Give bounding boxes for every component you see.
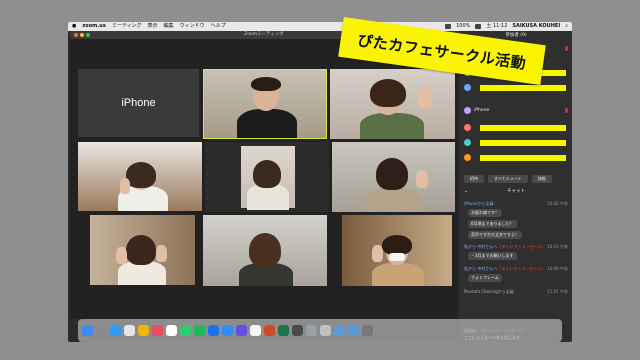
video-tile-participant-4[interactable] xyxy=(78,142,202,211)
terminal-icon[interactable] xyxy=(292,325,303,336)
trash-icon[interactable] xyxy=(362,325,373,336)
search-icon[interactable]: ⌕ xyxy=(565,22,568,31)
face-mask xyxy=(389,253,405,261)
menu-app-name[interactable]: zoom.us xyxy=(82,22,105,31)
wifi-icon[interactable] xyxy=(445,24,452,29)
chat-title: チャット xyxy=(507,189,525,194)
menu-bar: ● zoom.us ミーティング 表示 編集 ウィンドウ ヘルプ 100% 土 … xyxy=(68,22,572,31)
video-tile-iphone[interactable]: iPhone xyxy=(78,69,199,137)
chat-message: 音声ですか大丈夫ですよ！ xyxy=(468,231,522,239)
notes-icon[interactable] xyxy=(138,325,149,336)
excel-icon[interactable] xyxy=(278,325,289,336)
zoom-window: Zoomミーティング iPhone xyxy=(70,31,458,319)
redaction-bar xyxy=(480,85,566,91)
folder-icon[interactable] xyxy=(334,325,345,336)
menu-meeting[interactable]: ミーティング xyxy=(112,22,142,31)
dropbox-icon[interactable] xyxy=(208,325,219,336)
redaction-bar xyxy=(480,140,566,146)
chat-sender: iPhoneから全員: xyxy=(464,201,495,206)
chrome-icon[interactable] xyxy=(124,325,135,336)
launchpad-icon[interactable] xyxy=(96,325,107,336)
video-tile-participant-8[interactable] xyxy=(203,215,327,286)
mute-all-button[interactable]: すべてミュート xyxy=(488,175,528,183)
settings-icon[interactable] xyxy=(306,325,317,336)
avatar xyxy=(464,107,471,114)
chat-sender: 私から 中村さんへ xyxy=(464,266,498,271)
chat-header: ⌄ チャット xyxy=(460,187,572,196)
chat-sender: Mustafa Cheeingから全員: xyxy=(464,289,516,294)
photos-icon[interactable] xyxy=(152,325,163,336)
chat-time: 11:01 午前 xyxy=(547,289,568,294)
downloads-icon[interactable] xyxy=(348,325,359,336)
video-tile-participant-9[interactable] xyxy=(342,215,452,286)
avatar xyxy=(464,139,471,146)
redaction-bar xyxy=(480,125,566,131)
spotify-icon[interactable] xyxy=(194,325,205,336)
mic-muted-icon[interactable] xyxy=(565,108,568,113)
chat-message: お疲れ様です！ xyxy=(468,209,502,217)
chat-message: 6月頃までありました？ xyxy=(468,220,517,228)
app-icon[interactable] xyxy=(236,325,247,336)
chat-time: 10:02 午前 xyxy=(547,201,568,206)
messages-icon[interactable] xyxy=(180,325,191,336)
avatar xyxy=(464,84,471,91)
chat-sender: 私から 中村さんへ xyxy=(464,244,498,249)
chat-time: 10:19 午前 xyxy=(547,244,568,249)
zoom-icon[interactable] xyxy=(222,325,233,336)
video-tile-participant-5[interactable] xyxy=(205,142,329,212)
dm-tag: (ダイレクトメッセージ) xyxy=(500,244,544,249)
battery-icon[interactable] xyxy=(475,24,482,29)
menu-window[interactable]: ウィンドウ xyxy=(180,22,205,31)
video-tile-participant-7[interactable] xyxy=(90,215,195,285)
participant-row-5[interactable] xyxy=(464,139,570,148)
battery-level[interactable]: 100% xyxy=(456,22,470,31)
chevron-down-icon[interactable]: ⌄ xyxy=(464,187,468,196)
participant-name: iPhone xyxy=(474,108,490,113)
avatar xyxy=(464,124,471,131)
participant-row-6[interactable] xyxy=(464,154,570,163)
participant-row-3[interactable] xyxy=(464,84,570,93)
clock[interactable]: 土 11:12 xyxy=(486,22,507,31)
finder-icon[interactable] xyxy=(82,325,93,336)
avatar xyxy=(464,154,471,161)
more-button[interactable]: 詳細 xyxy=(531,175,552,183)
mic-muted-icon[interactable] xyxy=(565,46,568,51)
redaction-bar xyxy=(480,155,566,161)
apple-icon[interactable]: ● xyxy=(72,22,76,31)
participant-name-iphone: iPhone xyxy=(121,97,156,109)
word-icon[interactable] xyxy=(250,325,261,336)
dock xyxy=(78,319,562,342)
chat-message: ・3月までお願いします xyxy=(468,252,517,260)
invite-button[interactable]: 招待 xyxy=(464,175,484,183)
user-name[interactable]: SAIKUSA KOUHEI xyxy=(512,22,560,31)
calendar-icon[interactable] xyxy=(166,325,177,336)
menu-view[interactable]: 表示 xyxy=(148,22,158,31)
safari-icon[interactable] xyxy=(110,325,121,336)
menu-edit[interactable]: 編集 xyxy=(164,22,174,31)
participant-actions: 招待 すべてミュート 詳細 xyxy=(464,175,552,183)
video-tile-active-speaker[interactable] xyxy=(203,69,327,139)
participant-row-4[interactable] xyxy=(464,124,570,133)
menu-help[interactable]: ヘルプ xyxy=(211,22,226,31)
powerpoint-icon[interactable] xyxy=(264,325,275,336)
video-tile-participant-6[interactable] xyxy=(332,142,455,212)
participants-title: 参加者 (9) xyxy=(505,33,527,38)
chat-time: 10:49 午前 xyxy=(547,266,568,271)
dm-tag: (ダイレクトメッセージ) xyxy=(500,266,544,271)
chat-message: フォトフレーム xyxy=(468,274,502,282)
video-tile-participant-3[interactable] xyxy=(330,69,455,139)
participant-row-iphone[interactable]: iPhone xyxy=(464,107,570,116)
preview-icon[interactable] xyxy=(320,325,331,336)
